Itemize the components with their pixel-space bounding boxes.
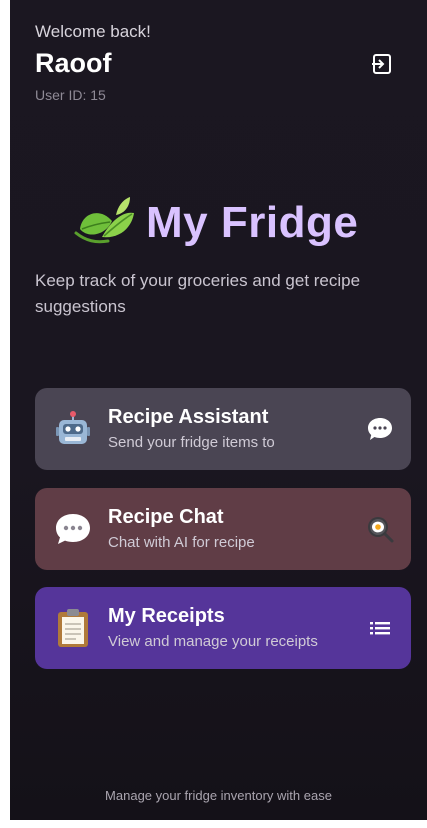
logout-icon xyxy=(372,54,391,74)
robot-icon xyxy=(53,409,93,449)
tagline: Keep track of your groceries and get rec… xyxy=(35,271,361,316)
card-subtitle: Send your fridge items to xyxy=(108,433,275,451)
my-receipts-card[interactable]: My Receipts View and manage your receipt… xyxy=(35,587,411,669)
speech-bubble-icon xyxy=(366,415,394,443)
welcome-text: Welcome back! xyxy=(35,22,151,41)
card-title: My Receipts xyxy=(108,604,225,627)
card-title: Recipe Assistant xyxy=(108,405,269,428)
frying-pan-icon xyxy=(366,515,394,543)
card-subtitle: Chat with AI for recipe xyxy=(108,533,255,551)
app-title-block: My Fridge xyxy=(72,188,358,258)
user-id: User ID: 15 xyxy=(35,87,106,103)
speech-bubble-icon xyxy=(53,509,93,549)
app-title: My Fridge xyxy=(146,198,359,247)
list-icon xyxy=(366,614,394,642)
leaf-icon xyxy=(74,197,134,244)
footer-text: Manage your fridge inventory with ease xyxy=(105,788,332,803)
clipboard-icon xyxy=(53,608,93,648)
recipe-chat-card[interactable]: Recipe Chat Chat with AI for recipe xyxy=(35,488,411,570)
logout-button[interactable] xyxy=(368,51,396,77)
username: Raoof xyxy=(35,48,112,78)
app-screen: Welcome back! Raoof User ID: 15 My Fridg… xyxy=(10,0,427,820)
recipe-assistant-card[interactable]: Recipe Assistant Send your fridge items … xyxy=(35,388,411,470)
card-subtitle: View and manage your receipts xyxy=(108,632,318,650)
card-title: Recipe Chat xyxy=(108,505,224,528)
